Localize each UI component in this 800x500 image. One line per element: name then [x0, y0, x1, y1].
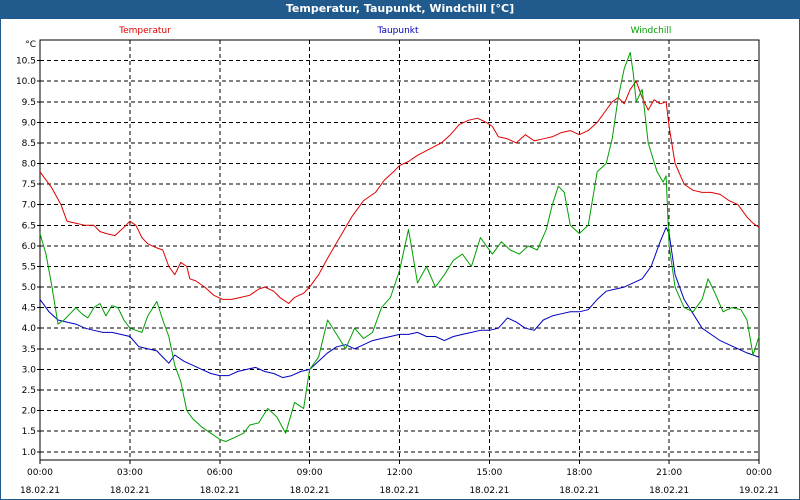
y-tick-label: 1.5	[22, 427, 36, 437]
x-tick-labels: 00:00 18.02.21 03:00 18.02.21 06:00 18.02.21 0…	[20, 468, 779, 496]
y-tick-label: 4.0	[22, 324, 37, 334]
x-tick-time: 15:00	[476, 468, 502, 478]
legend-item-temperatur: Temperatur	[118, 26, 171, 36]
x-tick-date: 18.02.21	[110, 486, 150, 496]
x-tick-date: 19.02.21	[739, 486, 779, 496]
x-tick-date: 18.02.21	[20, 486, 60, 496]
legend: Temperatur Taupunkt Windchill	[118, 26, 671, 36]
y-tick-labels: 1.0 1.5 2.0 2.5 3.0 3.5 4.0 4.5 5.0 5.5 6.0 6.5 7.0 7…	[16, 40, 36, 458]
y-tick-label: 7.0	[22, 201, 37, 211]
x-tick-date: 18.02.21	[649, 486, 689, 496]
y-tick-label: 1.0	[22, 448, 37, 458]
x-tick-time: 00:00	[746, 468, 772, 478]
x-tick-date: 18.02.21	[379, 486, 419, 496]
axes	[37, 39, 760, 464]
x-tick-time: 00:00	[27, 468, 53, 478]
legend-item-windchill: Windchill	[631, 26, 672, 36]
x-tick-date: 18.02.21	[469, 486, 509, 496]
y-tick-label: 10.5	[16, 57, 36, 67]
x-tick-time: 18:00	[566, 468, 592, 478]
x-tick-time: 12:00	[387, 468, 413, 478]
legend-item-taupunkt: Taupunkt	[376, 26, 419, 36]
y-tick-label: 7.5	[22, 180, 36, 190]
x-tick-date: 18.02.21	[200, 486, 240, 496]
chart-frame: 1.0 1.5 2.0 2.5 3.0 3.5 4.0 4.5 5.0 5.5 6.0 6.5 7.0 7…	[0, 18, 800, 500]
y-tick-label: 5.5	[22, 262, 36, 272]
y-tick-label: 6.5	[22, 221, 36, 231]
x-tick-time: 21:00	[656, 468, 682, 478]
y-axis-unit-label: °C	[25, 40, 36, 50]
y-tick-label: 10.0	[16, 77, 36, 87]
y-tick-label: 8.0	[22, 160, 37, 170]
y-tick-label: 9.0	[22, 118, 37, 128]
chart-svg: 1.0 1.5 2.0 2.5 3.0 3.5 4.0 4.5 5.0 5.5 6.0 6.5 7.0 7…	[16, 26, 779, 496]
chart-title: Temperatur, Taupunkt, Windchill [°C]	[0, 0, 800, 18]
y-tick-label: 2.0	[22, 407, 37, 417]
x-tick-date: 18.02.21	[559, 486, 599, 496]
y-tick-label: 2.5	[22, 386, 36, 396]
grid-lines	[40, 40, 759, 460]
y-tick-label: 3.5	[22, 345, 36, 355]
x-tick-time: 03:00	[117, 468, 143, 478]
y-tick-label: 4.5	[22, 304, 36, 314]
y-tick-label: 9.5	[22, 98, 36, 108]
x-tick-time: 09:00	[297, 468, 323, 478]
x-tick-time: 06:00	[207, 468, 233, 478]
y-tick-label: 5.0	[22, 283, 37, 293]
x-tick-date: 18.02.21	[290, 486, 330, 496]
y-tick-label: 3.0	[22, 365, 37, 375]
y-tick-label: 6.0	[22, 242, 37, 252]
y-tick-label: 8.5	[22, 139, 36, 149]
